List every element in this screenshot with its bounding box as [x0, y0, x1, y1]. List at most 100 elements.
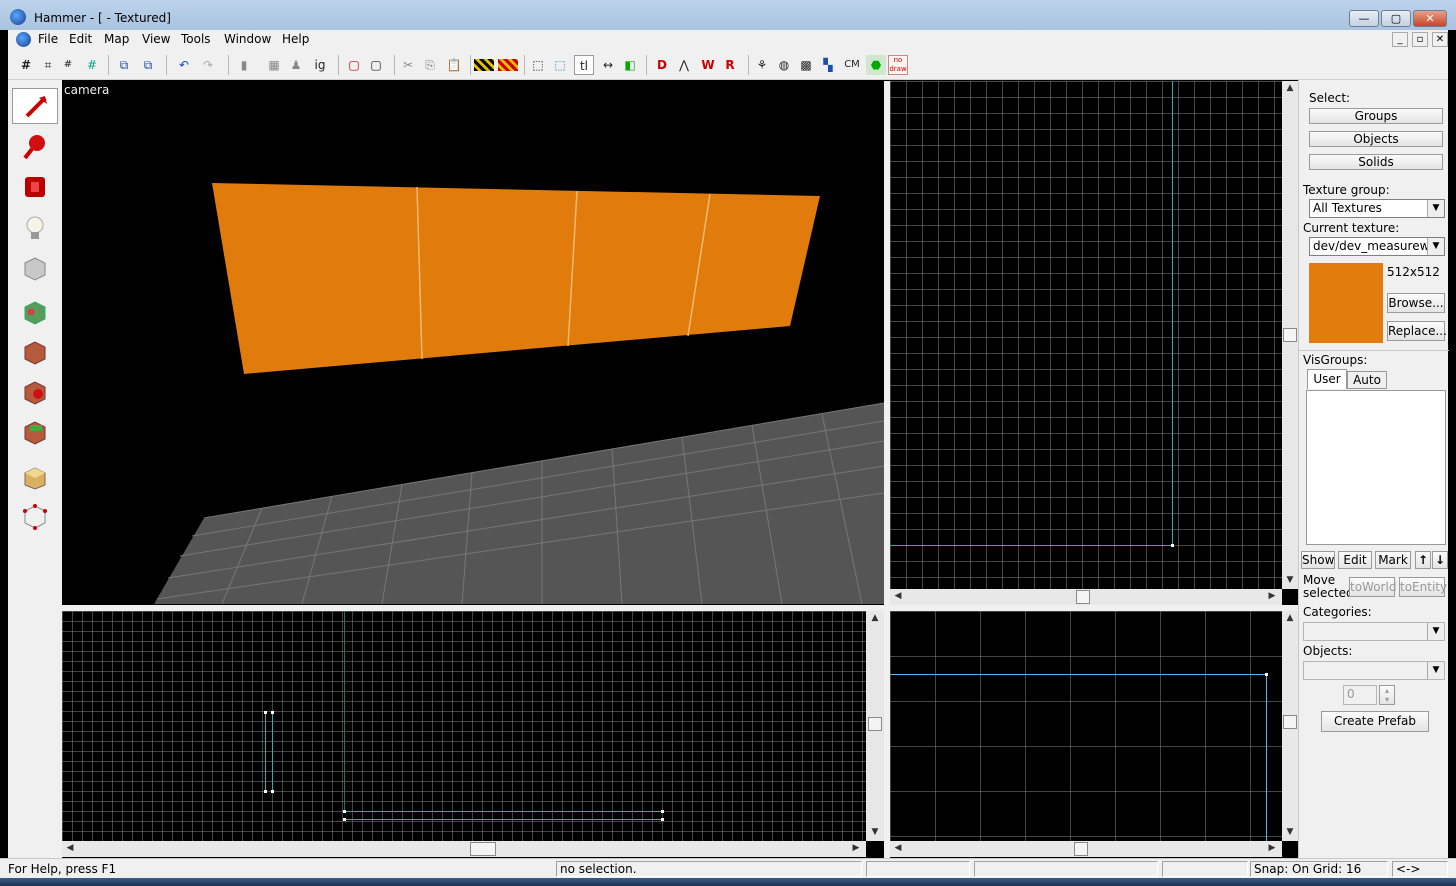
flip-icon[interactable]: ◧ [620, 55, 640, 75]
scroll-thumb[interactable] [1076, 590, 1090, 604]
document-icon[interactable] [16, 32, 31, 47]
front-view-viewport[interactable] [62, 611, 866, 841]
scroll-left-icon[interactable]: ◀ [64, 843, 76, 853]
side-view-vertical-scrollbar[interactable]: ▲ ▼ [1282, 611, 1298, 841]
carve-icon[interactable]: ⧉ [114, 55, 134, 75]
redo-icon[interactable]: ↷ [198, 55, 218, 75]
grid-3d-icon[interactable]: ⌗ [38, 55, 58, 75]
front-view-vertical-scrollbar[interactable]: ▲ ▼ [866, 611, 884, 841]
copy-icon[interactable]: ⎘ [420, 55, 440, 75]
to-world-button[interactable]: toWorld [1349, 577, 1396, 597]
visgroup-list[interactable] [1306, 390, 1446, 545]
move-up-button[interactable]: ↑ [1415, 551, 1431, 569]
vertical-splitter[interactable] [884, 81, 890, 858]
block-tool-button[interactable] [12, 250, 58, 286]
align-icon[interactable]: ↔ [598, 55, 618, 75]
visgroup-mark-button[interactable]: Mark [1375, 551, 1411, 569]
auto-select-icon[interactable]: ⚘ [752, 55, 772, 75]
side-view-viewport[interactable] [890, 611, 1282, 841]
vertex-tool-button[interactable] [12, 498, 58, 534]
view-wireframe-icon[interactable]: ⋀ [674, 55, 694, 75]
mdi-minimize-button[interactable]: _ [1392, 32, 1408, 47]
texture-tool-button[interactable] [12, 294, 58, 330]
paste-icon[interactable]: 📋 [444, 55, 464, 75]
magnify-tool-button[interactable] [12, 128, 58, 164]
objects-dropdown[interactable]: ▼ [1303, 661, 1445, 680]
view-textured-icon[interactable]: R [720, 55, 740, 75]
ignore-groups-button[interactable]: ig [310, 55, 330, 75]
run-map-icon[interactable]: ◍ [774, 55, 794, 75]
menu-view[interactable]: View [142, 32, 170, 46]
visgroup-show-button[interactable]: Show [1301, 551, 1335, 569]
current-texture-dropdown[interactable]: dev/dev_measurewall0 ▼ [1309, 237, 1445, 256]
grid-toggle-icon[interactable]: # [16, 55, 36, 75]
view-flat-icon[interactable]: W [698, 55, 718, 75]
ungroup-icon[interactable]: ▦ [264, 55, 284, 75]
spinner-arrows-icon[interactable]: ▴ ▾ [1379, 685, 1395, 705]
scroll-up-icon[interactable]: ▲ [866, 613, 884, 623]
prefab-count-input[interactable]: 0 [1343, 685, 1377, 705]
move-down-button[interactable]: ↓ [1432, 551, 1448, 569]
camera-viewport[interactable]: camera [62, 81, 884, 604]
texture-group-dropdown[interactable]: All Textures ▼ [1309, 199, 1445, 218]
scroll-thumb[interactable] [1283, 715, 1297, 729]
scroll-up-icon[interactable]: ▲ [1282, 83, 1298, 93]
visgroup-edit-button[interactable]: Edit [1338, 551, 1372, 569]
menu-map[interactable]: Map [104, 32, 129, 46]
decal-tool-button[interactable] [12, 374, 58, 410]
cubemap-button[interactable]: CM [840, 55, 864, 75]
show-all-icon[interactable]: ▢ [366, 55, 386, 75]
scroll-thumb[interactable] [470, 842, 496, 856]
clipping-tool-button[interactable] [12, 458, 58, 494]
undo-icon[interactable]: ↶ [174, 55, 194, 75]
hide-selected-icon[interactable]: ▢ [344, 55, 364, 75]
menu-tools[interactable]: Tools [181, 32, 211, 46]
select-solids-button[interactable]: Solids [1309, 154, 1443, 170]
toggle-models-icon[interactable]: ⬣ [866, 55, 886, 75]
maximize-button[interactable]: ▢ [1381, 10, 1411, 27]
menu-window[interactable]: Window [224, 32, 271, 46]
overlay-tool-button[interactable] [12, 414, 58, 450]
browse-button[interactable]: Browse... [1387, 293, 1445, 313]
to-entity-button[interactable]: toEntity [1399, 577, 1447, 597]
scroll-thumb[interactable] [1074, 842, 1088, 856]
horizontal-splitter[interactable] [62, 605, 1298, 611]
scroll-right-icon[interactable]: ▶ [850, 843, 862, 853]
scroll-down-icon[interactable]: ▼ [1282, 827, 1298, 837]
scroll-thumb[interactable] [1283, 328, 1297, 342]
menu-edit[interactable]: Edit [69, 32, 92, 46]
select-objects-button[interactable]: Objects [1309, 131, 1443, 147]
mdi-close-button[interactable]: ✕ [1432, 32, 1448, 47]
selection-tool-button[interactable] [12, 88, 58, 124]
group-icon[interactable]: ▮ [234, 55, 254, 75]
scroll-down-icon[interactable]: ▼ [1282, 575, 1298, 585]
top-view-viewport[interactable] [890, 81, 1282, 589]
minimize-button[interactable]: — [1349, 10, 1379, 27]
hollow-icon[interactable]: ⧉ [138, 55, 158, 75]
scroll-thumb[interactable] [868, 717, 882, 731]
side-view-horizontal-scrollbar[interactable]: ◀ ▶ [890, 841, 1282, 857]
top-view-horizontal-scrollbar[interactable]: ◀ ▶ [890, 589, 1282, 605]
menu-file[interactable]: File [38, 32, 58, 46]
view-3d-icon[interactable]: D [652, 55, 672, 75]
select-groups-button[interactable]: Groups [1309, 108, 1443, 124]
toggle-transform-button[interactable]: tl [574, 55, 594, 75]
selection-box-icon[interactable]: ⬚ [528, 55, 548, 75]
texture-lock-icon[interactable] [474, 59, 494, 71]
entity-tool-button[interactable] [12, 210, 58, 246]
cordon-icon[interactable]: ▚ [818, 55, 838, 75]
close-button[interactable]: ✕ [1413, 10, 1447, 27]
visgroup-tab-auto[interactable]: Auto [1347, 371, 1387, 389]
visgroup-tab-user[interactable]: User [1307, 369, 1347, 389]
scroll-left-icon[interactable]: ◀ [892, 843, 904, 853]
texture-scale-lock-icon[interactable] [498, 59, 518, 71]
menu-help[interactable]: Help [282, 32, 309, 46]
top-view-vertical-scrollbar[interactable]: ▲ ▼ [1282, 81, 1298, 589]
scroll-right-icon[interactable]: ▶ [1266, 843, 1278, 853]
front-view-horizontal-scrollbar[interactable]: ◀ ▶ [62, 841, 866, 857]
selection-handles-icon[interactable]: ⬚ [550, 55, 570, 75]
scroll-left-icon[interactable]: ◀ [892, 591, 904, 601]
scroll-down-icon[interactable]: ▼ [866, 827, 884, 837]
smaller-grid-icon[interactable]: # [58, 55, 78, 75]
title-bar[interactable]: Hammer - [ - Textured] — ▢ ✕ [0, 0, 1456, 30]
